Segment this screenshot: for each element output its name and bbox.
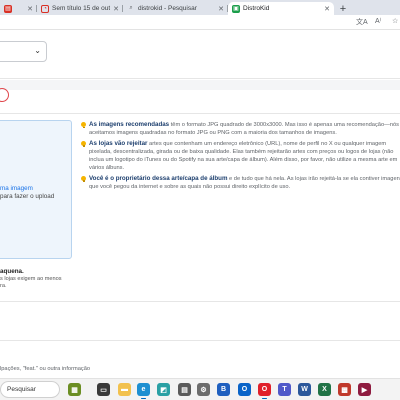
photos-icon[interactable]: ◩ xyxy=(157,383,170,396)
lightbulb-icon xyxy=(81,122,86,128)
pdf-icon: ▤ xyxy=(4,4,12,13)
close-icon[interactable]: ✕ xyxy=(27,5,33,13)
warning-icon xyxy=(0,88,9,102)
upload-image-link[interactable]: ma imagem xyxy=(0,185,33,192)
outlook-icon[interactable]: O xyxy=(238,383,251,396)
excel-icon[interactable]: X xyxy=(318,383,331,396)
tip-ownership: Você é o proprietário dessa arte/capa de… xyxy=(79,175,400,192)
tip-store-rejection: As lojas vão rejeitar artes que contenha… xyxy=(79,140,400,173)
search-icon: ⌕ xyxy=(129,5,133,11)
new-tab-button[interactable]: + xyxy=(334,2,352,15)
distrokid-icon: ▣ xyxy=(232,4,240,13)
game-icon[interactable]: ▩ xyxy=(338,383,351,396)
divider xyxy=(0,340,400,341)
tab-label: DistroKid xyxy=(243,5,270,12)
dropdown-select[interactable]: ⌄ xyxy=(0,41,47,62)
browser-tab-strip: ▤ ✕ ◔ Sem título 15 de out. de 202 ✕ ⌕ d… xyxy=(0,0,400,15)
divider xyxy=(0,301,400,302)
favorite-star-icon[interactable]: ☆ xyxy=(392,17,398,25)
settings-icon[interactable]: ⚙ xyxy=(197,383,210,396)
requirement-text: ra. xyxy=(0,283,7,289)
page-content: ⌄ ma imagem para fazer o upload aquena. … xyxy=(0,31,400,381)
word-icon[interactable]: W xyxy=(298,383,311,396)
search-placeholder: Pesquisar xyxy=(7,386,36,393)
requirement-heading: aquena. xyxy=(0,268,24,275)
windows-taskbar: Pesquisar ▦ ▭ ▬ e ◩ ▤ ⚙ B O O T W X ▩ ▶ xyxy=(0,378,400,400)
chevron-down-icon: ⌄ xyxy=(34,46,41,55)
read-aloud-icon[interactable]: A⁾ xyxy=(375,17,381,25)
tab-search[interactable]: ⌕ distrokid - Pesquisar ✕ xyxy=(123,2,228,15)
document-icon: ◔ xyxy=(41,4,49,13)
close-icon[interactable]: ✕ xyxy=(113,5,119,13)
tab-sem-titulo[interactable]: ◔ Sem título 15 de out. de 202 ✕ xyxy=(37,2,123,15)
edge-icon[interactable]: e xyxy=(137,383,150,399)
browser-toolbar: 文A A⁾ ☆ xyxy=(0,15,400,30)
upload-instructions: para fazer o upload xyxy=(0,193,55,200)
close-icon[interactable]: ✕ xyxy=(218,5,224,13)
divider xyxy=(0,113,400,114)
media-player-icon[interactable]: ▶ xyxy=(358,383,371,396)
tip-lead: As lojas vão rejeitar xyxy=(89,139,148,147)
artwork-tips: As imagens recomendadas têm o formato JP… xyxy=(79,121,400,193)
tab-label: distrokid - Pesquisar xyxy=(138,5,197,12)
tab-label: Sem título 15 de out. de 202 xyxy=(52,5,110,12)
section-band xyxy=(0,80,400,90)
taskbar-search-input[interactable]: Pesquisar xyxy=(0,381,60,398)
tab-pdf[interactable]: ▤ ✕ xyxy=(0,2,37,15)
tip-recommended-images: As imagens recomendadas têm o formato JP… xyxy=(79,121,400,138)
opera-icon[interactable]: O xyxy=(258,383,271,399)
store-icon[interactable]: ▤ xyxy=(178,383,191,396)
teams-icon[interactable]: T xyxy=(278,383,291,396)
widgets-icon[interactable]: ▦ xyxy=(68,383,81,396)
lightbulb-icon xyxy=(81,140,86,147)
divider xyxy=(0,78,400,79)
close-icon[interactable]: ✕ xyxy=(324,5,330,13)
task-view-icon[interactable]: ▭ xyxy=(97,383,110,396)
field-help-text: lpações, "feat." ou outra informação xyxy=(0,366,91,372)
lightbulb-icon xyxy=(81,175,86,182)
translate-icon[interactable]: 文A xyxy=(356,17,368,27)
tab-distrokid[interactable]: ▣ DistroKid ✕ xyxy=(228,2,334,15)
tip-lead: Você é o proprietário dessa arte/capa de… xyxy=(89,174,228,182)
requirement-text: s lojas exigem ao menos xyxy=(0,276,62,282)
tip-lead: As imagens recomendadas xyxy=(89,121,170,128)
bitwarden-icon[interactable]: B xyxy=(217,383,230,396)
file-explorer-icon[interactable]: ▬ xyxy=(118,383,131,396)
